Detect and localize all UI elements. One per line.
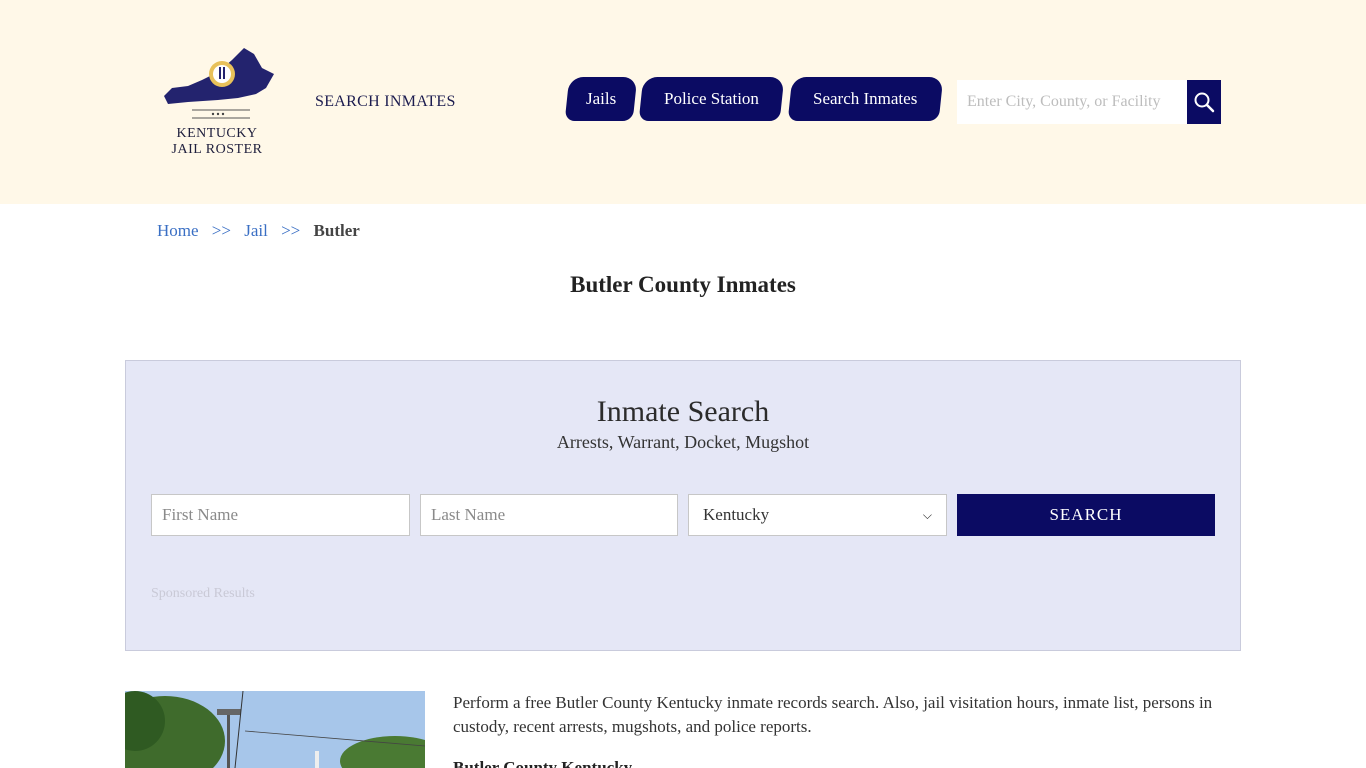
site-logo[interactable]: KENTUCKY JAIL ROSTER — [158, 44, 278, 164]
nav-search-inmates-button[interactable]: Search Inmates — [787, 77, 944, 121]
nav-police-station-label: Police Station — [664, 89, 759, 108]
logo-line-1: KENTUCKY — [176, 126, 258, 141]
search-icon — [1194, 92, 1215, 113]
facility-search-button[interactable] — [1187, 80, 1221, 124]
facility-search — [957, 80, 1221, 124]
chevron-down-icon: ⌵ — [922, 507, 932, 522]
facility-search-input[interactable] — [957, 80, 1187, 124]
search-inmates-link[interactable]: SEARCH INMATES — [315, 93, 456, 111]
search-button[interactable]: SEARCH — [957, 494, 1215, 536]
breadcrumb-jail-link[interactable]: Jail — [244, 221, 268, 240]
breadcrumb-home-link[interactable]: Home — [157, 221, 199, 240]
breadcrumb: Home >> Jail >> Butler — [157, 221, 360, 241]
intro-paragraph: Perform a free Butler County Kentucky in… — [453, 693, 1213, 736]
kentucky-map-icon — [164, 48, 274, 119]
state-select[interactable]: Kentucky ⌵ — [688, 494, 947, 536]
logo-text: KENTUCKY JAIL ROSTER — [158, 126, 276, 158]
breadcrumb-current: Butler — [313, 221, 360, 240]
county-photo — [125, 691, 425, 768]
inmate-search-title: Inmate Search — [596, 395, 770, 428]
inmate-search-panel: Inmate Search Arrests, Warrant, Docket, … — [125, 360, 1241, 651]
site-header: KENTUCKY JAIL ROSTER SEARCH INMATES Jail… — [0, 0, 1366, 204]
logo-line-2: JAIL ROSTER — [171, 142, 263, 157]
state-select-value: Kentucky — [703, 505, 770, 524]
first-name-input[interactable] — [151, 494, 410, 536]
sponsored-results-label: Sponsored Results — [151, 586, 255, 601]
last-name-input[interactable] — [420, 494, 678, 536]
breadcrumb-separator: >> — [281, 221, 301, 240]
nav-jails-button[interactable]: Jails — [564, 77, 638, 121]
nav-police-station-button[interactable]: Police Station — [638, 77, 785, 121]
county-subheading: Butler County Kentucky — [453, 758, 633, 768]
inmate-search-subtitle: Arrests, Warrant, Docket, Mugshot — [556, 432, 810, 452]
nav-jails-label: Jails — [585, 89, 617, 108]
breadcrumb-separator: >> — [211, 221, 231, 240]
nav-search-inmates-label: Search Inmates — [813, 89, 918, 108]
page-title: Butler County Inmates — [570, 272, 796, 297]
